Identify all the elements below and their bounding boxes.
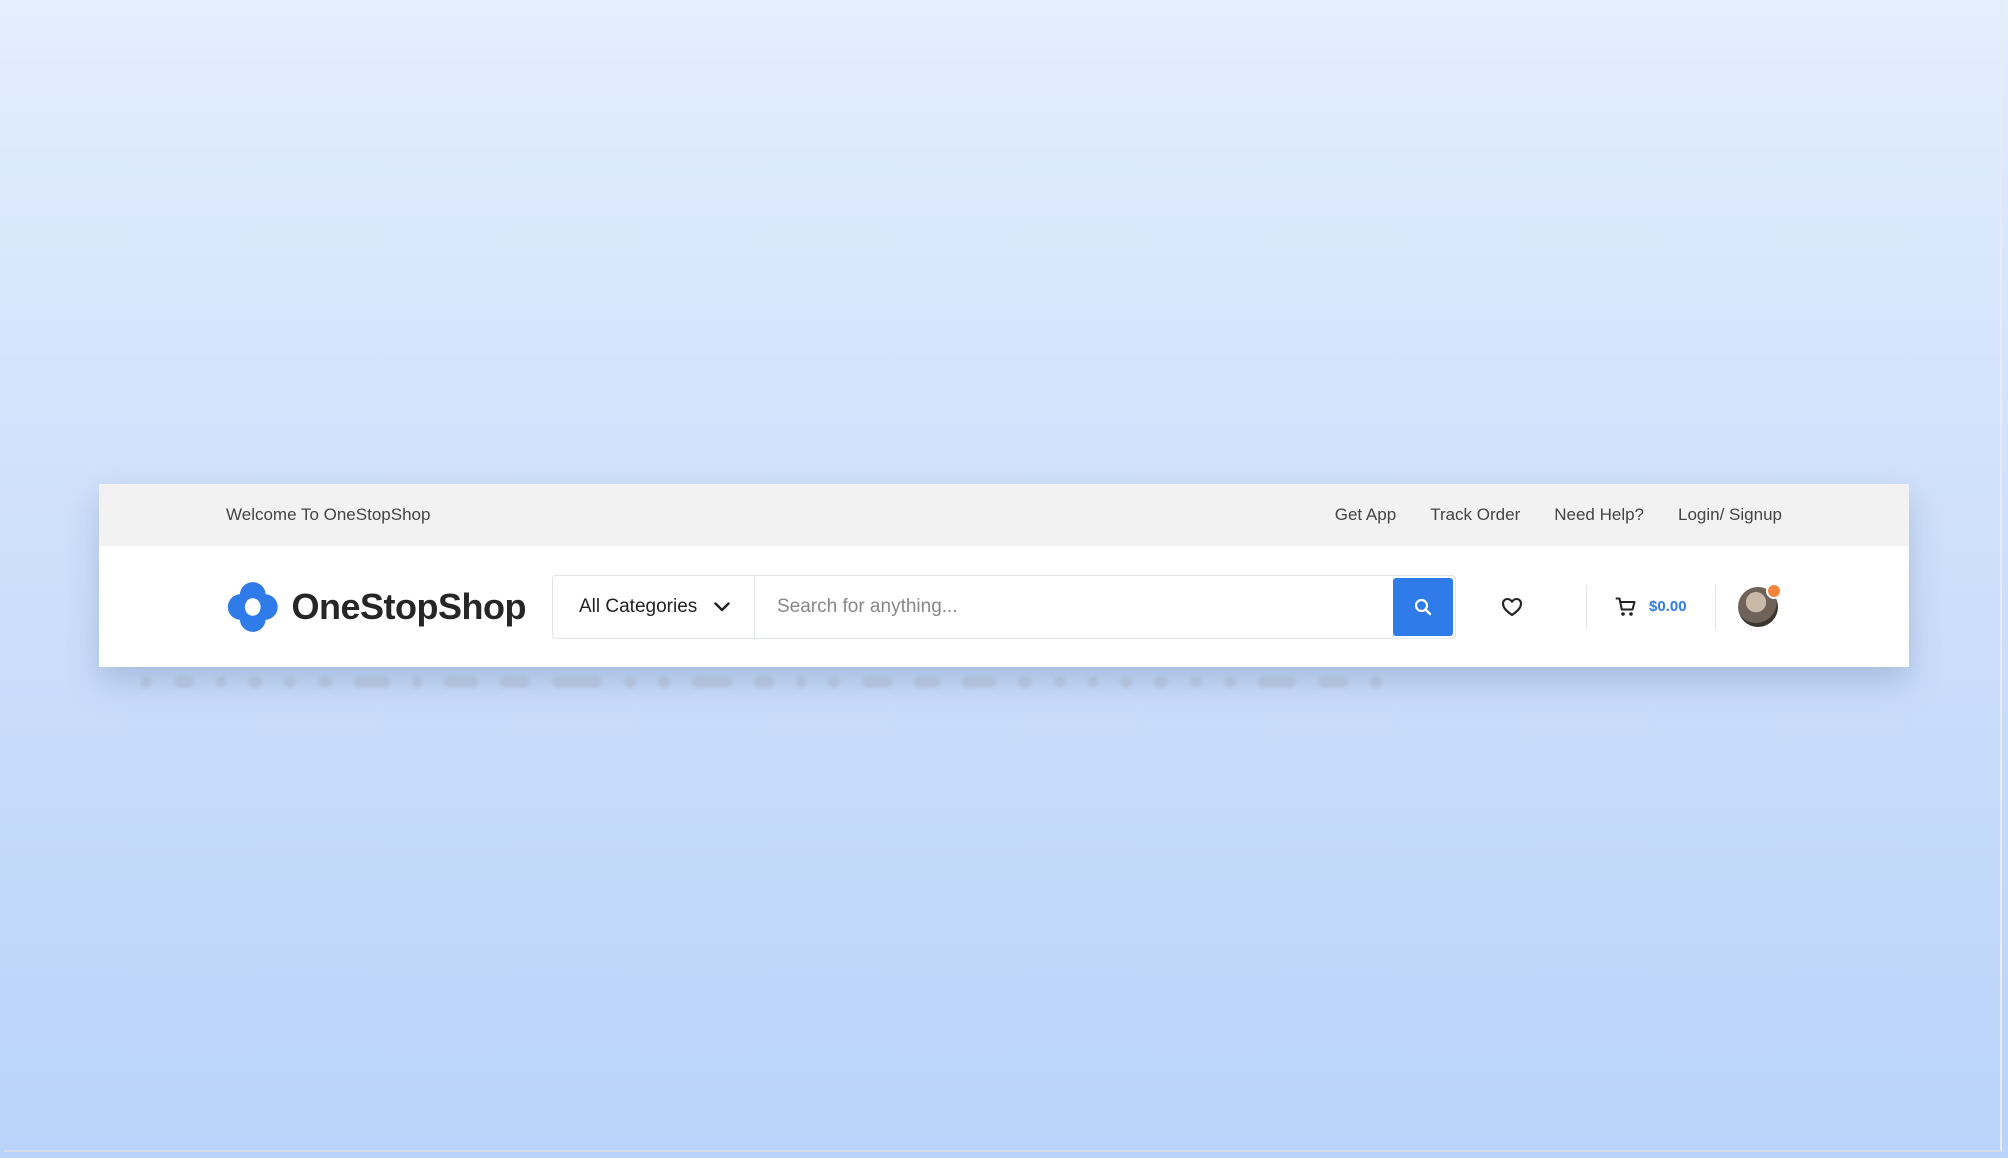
brand[interactable]: OneStopShop	[226, 578, 527, 636]
cart-button[interactable]: $0.00	[1615, 596, 1687, 618]
flower-logo-icon	[227, 581, 278, 632]
site-header: Welcome To OneStopShop Get App Track Ord…	[99, 484, 1909, 667]
heart-icon	[1501, 597, 1523, 616]
login-signup-link[interactable]: Login/ Signup	[1678, 505, 1782, 525]
main-bar: OneStopShop All Categories Search for an…	[99, 546, 1909, 667]
chevron-down-icon	[714, 601, 730, 611]
divider	[1714, 584, 1716, 629]
top-links: Get App Track Order Need Help? Login/ Si…	[1335, 505, 1782, 525]
track-order-link[interactable]: Track Order	[1430, 505, 1520, 525]
search-bar: All Categories	[552, 574, 1456, 639]
category-label: All Categories	[579, 595, 698, 617]
cart-amount: $0.00	[1649, 598, 1687, 615]
cart-icon	[1615, 597, 1636, 616]
search-icon	[1414, 598, 1432, 615]
welcome-text: Welcome To OneStopShop	[226, 505, 431, 524]
wishlist-button[interactable]	[1492, 587, 1532, 627]
divider	[1586, 584, 1587, 629]
search-input[interactable]	[755, 575, 1391, 638]
brand-name: OneStopShop	[291, 585, 527, 627]
header-actions: $0.00	[1492, 582, 1782, 629]
get-app-link[interactable]: Get App	[1335, 505, 1396, 525]
notification-dot	[1765, 582, 1782, 599]
category-select[interactable]: All Categories	[553, 575, 755, 638]
search-button[interactable]	[1393, 577, 1453, 636]
avatar[interactable]	[1737, 582, 1782, 627]
blurred-shadow-artifacts	[140, 672, 1910, 692]
need-help-link[interactable]: Need Help?	[1554, 505, 1644, 525]
top-bar: Welcome To OneStopShop Get App Track Ord…	[99, 484, 1909, 546]
